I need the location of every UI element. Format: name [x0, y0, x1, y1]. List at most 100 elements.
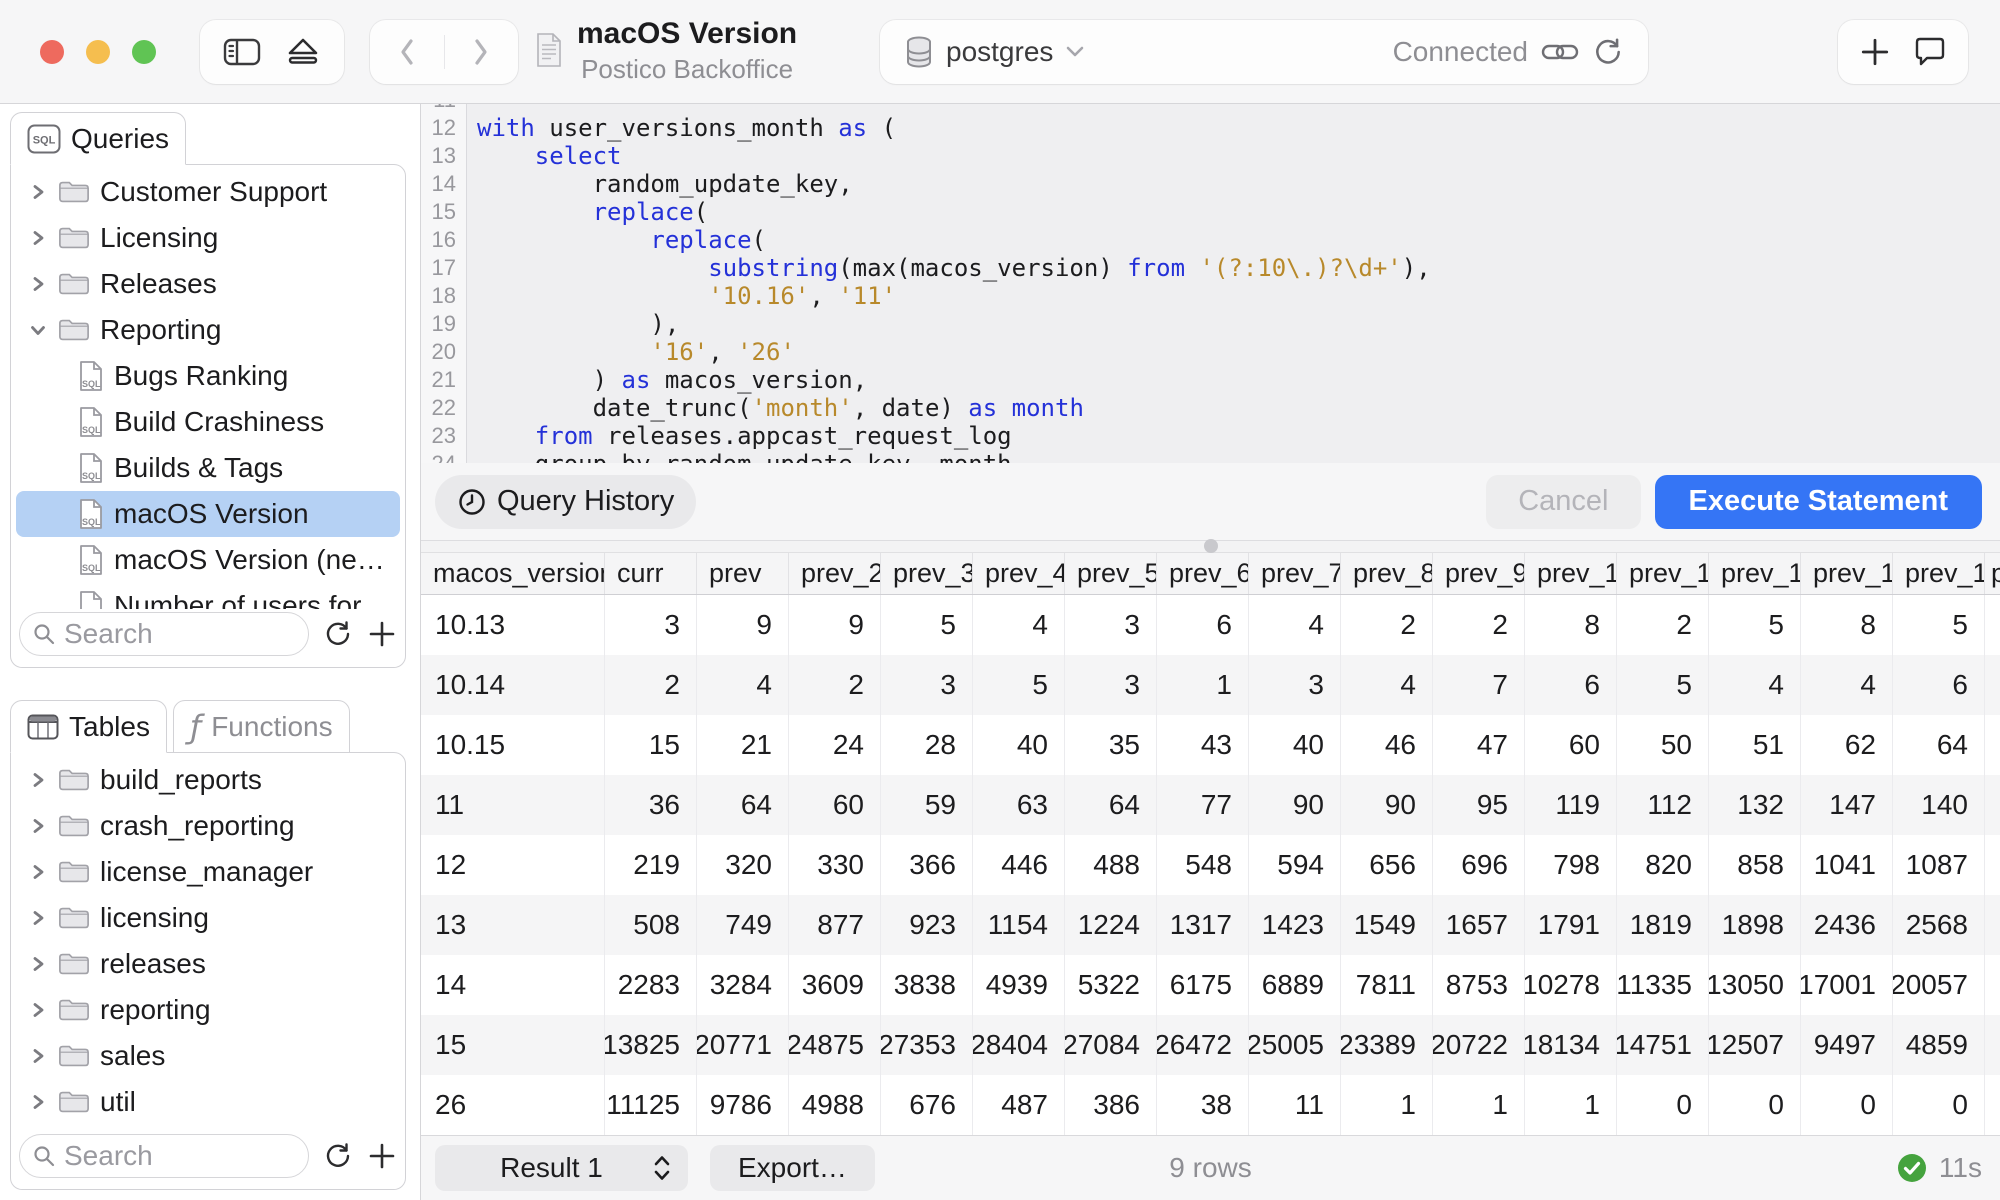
cell[interactable]: 28 — [881, 715, 973, 775]
disclosure-chevron-icon[interactable] — [28, 952, 48, 976]
reconnect-refresh-icon[interactable] — [1592, 36, 1624, 68]
column-header-prev-12[interactable]: prev_12 — [1709, 553, 1801, 594]
cell[interactable]: 0 — [1893, 1075, 1985, 1135]
folder-item-reporting[interactable]: Reporting — [16, 307, 400, 353]
cell[interactable]: 12507 — [1709, 1015, 1801, 1075]
cell[interactable]: 4 — [1801, 655, 1893, 715]
code-line-22[interactable]: 22 date_trunc('month', date) as month — [421, 394, 2000, 422]
refresh-queries-icon[interactable] — [323, 619, 353, 649]
cell[interactable]: 7811 — [1341, 955, 1433, 1015]
cell[interactable]: 4988 — [789, 1075, 881, 1135]
cell[interactable]: 219 — [605, 835, 697, 895]
folder-item-releases[interactable]: Releases — [16, 261, 400, 307]
query-item-builds-tags[interactable]: SQLBuilds & Tags — [16, 445, 400, 491]
result-selector-dropdown[interactable]: Result 1 — [435, 1145, 688, 1191]
cell[interactable]: 27353 — [881, 1015, 973, 1075]
execute-statement-button[interactable]: Execute Statement — [1655, 475, 1983, 529]
cell[interactable]: 858 — [1709, 835, 1801, 895]
cell[interactable]: 12 — [421, 835, 605, 895]
cell[interactable]: 11335 — [1617, 955, 1709, 1015]
cell[interactable]: 1154 — [973, 895, 1065, 955]
code-line-17[interactable]: 17 substring(max(macos_version) from '(?… — [421, 254, 2000, 282]
query-item-bugs-ranking[interactable]: SQLBugs Ranking — [16, 353, 400, 399]
cell[interactable]: 47 — [1433, 715, 1525, 775]
code-line-18[interactable]: 18 '10.16', '11' — [421, 282, 2000, 310]
column-header-curr[interactable]: curr — [605, 553, 697, 594]
tables-search-field[interactable] — [19, 1134, 309, 1178]
query-item-macos-version-new[interactable]: SQLmacOS Version (new… — [16, 537, 400, 583]
cell[interactable]: 15 — [421, 1015, 605, 1075]
new-item-plus-icon[interactable] — [1859, 36, 1891, 68]
cell[interactable]: 2 — [789, 655, 881, 715]
cell[interactable]: 63 — [973, 775, 1065, 835]
cell[interactable]: 36 — [605, 775, 697, 835]
cell[interactable]: 3838 — [881, 955, 973, 1015]
disclosure-chevron-icon[interactable] — [28, 998, 48, 1022]
cell[interactable]: 5322 — [1065, 955, 1157, 1015]
cell[interactable]: 5 — [973, 655, 1065, 715]
add-query-plus-icon[interactable] — [367, 619, 397, 649]
cell[interactable]: 90 — [1341, 775, 1433, 835]
code-line-11[interactable]: 11 — [421, 104, 2000, 114]
disclosure-chevron-icon[interactable] — [28, 226, 48, 250]
cell[interactable]: 20771 — [697, 1015, 789, 1075]
cell[interactable]: 2568 — [1893, 895, 1985, 955]
cell[interactable]: 3 — [1065, 655, 1157, 715]
query-item-build-crashiness[interactable]: SQLBuild Crashiness — [16, 399, 400, 445]
cell[interactable]: 21 — [697, 715, 789, 775]
cell[interactable]: 4 — [1709, 655, 1801, 715]
cell[interactable]: 140 — [1893, 775, 1985, 835]
table-row-12[interactable]: 1221932033036644648854859465669679882085… — [421, 835, 2000, 895]
cell[interactable]: 27084 — [1065, 1015, 1157, 1075]
cell[interactable]: 77 — [1157, 775, 1249, 835]
cell[interactable]: 64 — [1893, 715, 1985, 775]
cell[interactable]: 62 — [1801, 715, 1893, 775]
cell[interactable]: 13 — [421, 895, 605, 955]
queries-search-field[interactable] — [19, 612, 309, 656]
disclosure-chevron-icon[interactable] — [28, 180, 48, 204]
cell[interactable]: 4 — [1249, 595, 1341, 655]
cell[interactable]: 386 — [1065, 1075, 1157, 1135]
cell[interactable]: 2 — [1617, 595, 1709, 655]
cell[interactable]: 2283 — [605, 955, 697, 1015]
connection-link-icon[interactable] — [1540, 39, 1580, 65]
cell[interactable]: 6 — [1893, 655, 1985, 715]
cell[interactable]: 9 — [789, 595, 881, 655]
queries-search-input[interactable] — [64, 618, 296, 650]
cell[interactable]: 1 — [1341, 1075, 1433, 1135]
cell[interactable]: 4859 — [1893, 1015, 1985, 1075]
table-row-26[interactable]: 26111259786498867648738638111110000 — [421, 1075, 2000, 1135]
toggle-sidebar-icon[interactable] — [223, 37, 261, 67]
disclosure-chevron-icon[interactable] — [28, 768, 48, 792]
cell[interactable]: 1549 — [1341, 895, 1433, 955]
cell[interactable]: 60 — [789, 775, 881, 835]
zoom-window-button[interactable] — [132, 40, 156, 64]
table-row-13[interactable]: 1350874987792311541224131714231549165717… — [421, 895, 2000, 955]
cell[interactable]: 38 — [1157, 1075, 1249, 1135]
cell[interactable]: 696 — [1433, 835, 1525, 895]
query-item-macos-version[interactable]: SQLmacOS Version — [16, 491, 400, 537]
disclosure-chevron-icon[interactable] — [28, 318, 48, 342]
cell[interactable]: 64 — [1065, 775, 1157, 835]
cancel-button[interactable]: Cancel — [1486, 475, 1640, 529]
code-line-15[interactable]: 15 replace( — [421, 198, 2000, 226]
cell[interactable]: 9786 — [697, 1075, 789, 1135]
column-header-macos-version[interactable]: macos_version — [421, 553, 605, 594]
database-selector[interactable]: postgres — [904, 35, 1085, 69]
cell[interactable]: 9 — [697, 595, 789, 655]
cell[interactable]: 446 — [973, 835, 1065, 895]
disclosure-chevron-icon[interactable] — [28, 906, 48, 930]
column-header-prev-8[interactable]: prev_8 — [1341, 553, 1433, 594]
disclosure-chevron-icon[interactable] — [28, 1090, 48, 1114]
cell[interactable]: 112 — [1617, 775, 1709, 835]
query-history-button[interactable]: Query History — [435, 475, 696, 529]
cell[interactable]: 2 — [605, 655, 697, 715]
cell[interactable]: 28404 — [973, 1015, 1065, 1075]
cell[interactable]: 24 — [789, 715, 881, 775]
disclosure-chevron-icon[interactable] — [28, 814, 48, 838]
code-line-23[interactable]: 23 from releases.appcast_request_log — [421, 422, 2000, 450]
cell[interactable]: 1 — [1157, 655, 1249, 715]
column-header-prev-14[interactable]: prev_14 — [1893, 553, 1985, 594]
cell[interactable]: 95 — [1433, 775, 1525, 835]
cell[interactable]: 23389 — [1341, 1015, 1433, 1075]
